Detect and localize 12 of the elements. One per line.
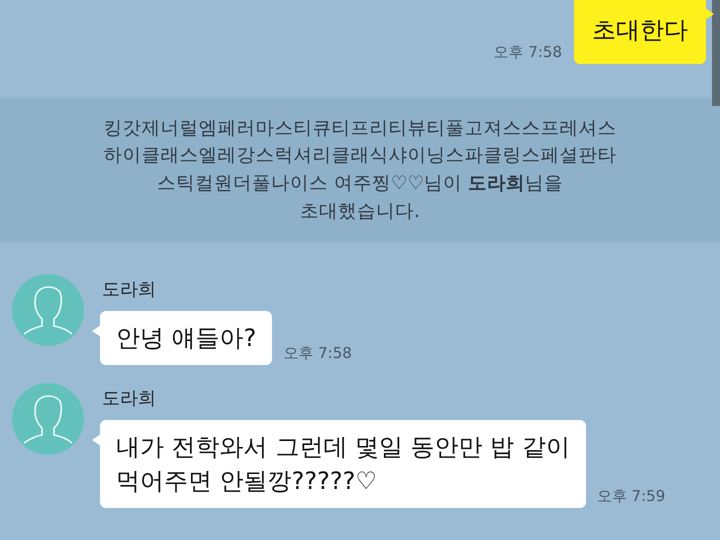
avatar-icon xyxy=(12,274,84,346)
message-time: 오후 7:59 xyxy=(596,487,666,508)
message-time: 오후 7:58 xyxy=(494,43,562,63)
sender-name: 도라희 xyxy=(101,278,157,301)
bubble-tail xyxy=(92,325,101,337)
avatar-icon xyxy=(12,383,84,456)
bubble-tail xyxy=(92,434,101,446)
system-notice: 킹갓제너럴엠페러마스티큐티프리티뷰티풀고져스스프레셔스 하이클래스엘레강스럭셔리클래식샤이닝스파클링스페셜판타 스틱컬원더풀나이스 여주찡♡♡님이 도라희님을 초대했습니다. xyxy=(104,116,616,224)
message-time: 오후 7:58 xyxy=(283,344,352,364)
sender-name: 도라희 xyxy=(101,387,157,410)
scrollbar[interactable] xyxy=(712,0,720,106)
bubble-tail xyxy=(705,8,714,20)
